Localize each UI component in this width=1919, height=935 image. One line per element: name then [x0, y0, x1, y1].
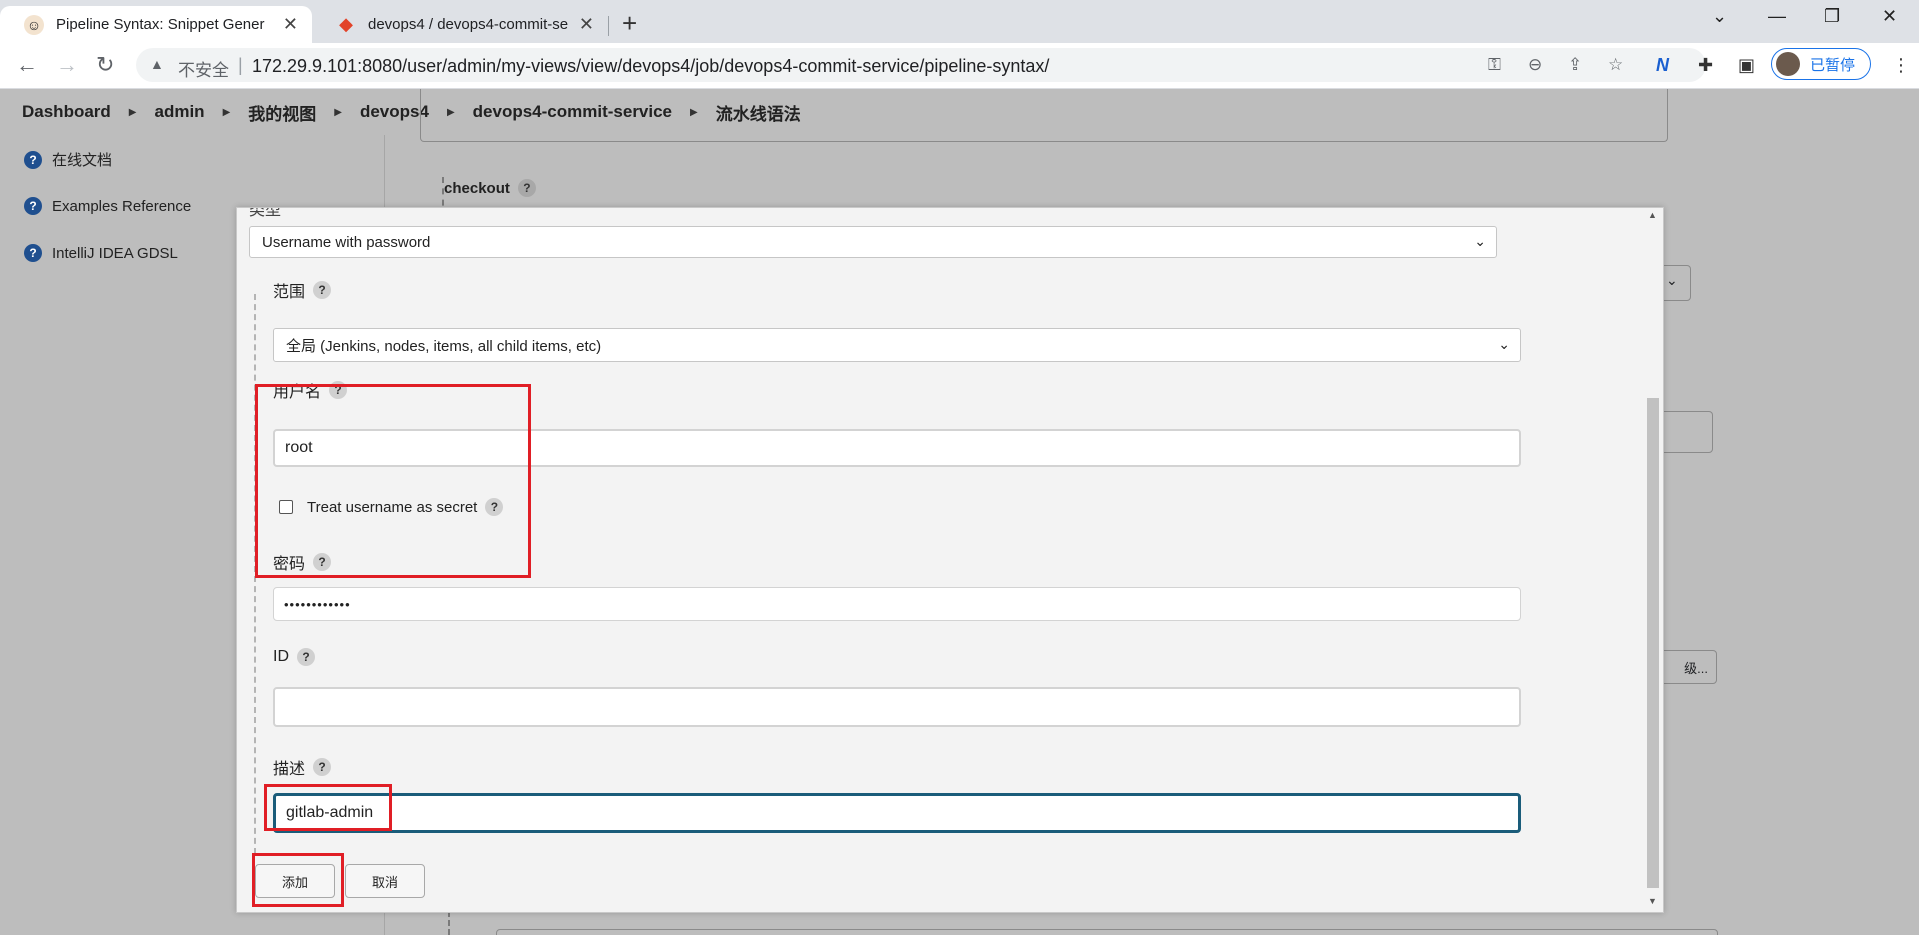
help-circle-icon: ?	[24, 150, 42, 169]
scope-label-text: 范围	[273, 284, 306, 301]
highlight-add-button	[252, 853, 344, 907]
background-panel	[420, 89, 1668, 142]
id-input[interactable]	[273, 687, 1521, 727]
breadcrumb-arrow-icon: ▶	[128, 106, 137, 118]
background-input	[1660, 411, 1713, 453]
tab-divider	[608, 16, 609, 36]
tab-gitlab[interactable]: ◆ devops4 / devops4-commit-se ✕	[312, 6, 608, 43]
breadcrumb-arrow-icon: ▶	[334, 106, 342, 118]
new-tab-button[interactable]: +	[622, 8, 637, 39]
sidebar-item-label: 在线文档	[52, 152, 113, 169]
bookmark-star-icon[interactable]: ☆	[1608, 55, 1623, 75]
kind-value: Username with password	[262, 233, 431, 251]
kind-label: 类型	[249, 207, 282, 219]
breadcrumb-arrow-icon: ▶	[222, 106, 231, 118]
extensions-puzzle-icon[interactable]: ✚	[1698, 55, 1713, 76]
avatar	[1776, 52, 1800, 76]
breadcrumb-devops4[interactable]: devops4	[360, 102, 429, 122]
tab-title: Pipeline Syntax: Snippet Gener	[56, 16, 265, 33]
checkout-text: checkout	[444, 179, 510, 197]
description-label: 描述 ?	[273, 755, 332, 779]
help-circle-icon: ?	[24, 197, 42, 215]
tab-search-icon[interactable]: ⌄	[1712, 6, 1727, 27]
back-icon[interactable]: ←	[16, 52, 38, 78]
close-tab-icon[interactable]: ✕	[579, 14, 594, 35]
description-input[interactable]: gitlab-admin	[273, 793, 1521, 833]
insecure-label[interactable]: 不安全	[178, 56, 229, 81]
warning-icon[interactable]: ▲	[150, 56, 164, 72]
minimize-button[interactable]: —	[1768, 6, 1786, 27]
chevron-down-icon: ⌄	[1474, 233, 1486, 249]
menu-icon[interactable]: ⋮	[1892, 55, 1910, 76]
sidebar-item-intellij-gdsl[interactable]: ? IntelliJ IDEA GDSL	[24, 244, 178, 262]
restore-button[interactable]: ❐	[1824, 6, 1840, 27]
scope-value: 全局 (Jenkins, nodes, items, all child ite…	[286, 337, 602, 355]
kind-select[interactable]: Username with password ⌄	[249, 226, 1497, 258]
key-icon[interactable]: ⚿	[1488, 55, 1501, 75]
breadcrumb-admin[interactable]: admin	[155, 102, 205, 122]
close-tab-icon[interactable]: ✕	[283, 14, 298, 35]
forward-icon[interactable]: →	[56, 52, 78, 78]
chevron-down-icon: ⌄	[1498, 336, 1510, 352]
chevron-down-icon: ⌄	[1666, 272, 1678, 288]
section-guide	[448, 911, 450, 935]
breadcrumb-my-views[interactable]: 我的视图	[248, 100, 316, 125]
extension-n-icon[interactable]: N	[1656, 55, 1669, 76]
description-label-text: 描述	[273, 761, 306, 778]
id-label: ID ?	[273, 648, 315, 666]
scroll-down-icon[interactable]: ▼	[1648, 896, 1657, 906]
highlight-description	[264, 784, 392, 831]
share-icon[interactable]: ⇪	[1568, 55, 1582, 75]
tab-pipeline-syntax[interactable]: ☺ Pipeline Syntax: Snippet Gener ✕	[0, 6, 312, 43]
close-window-button[interactable]: ✕	[1882, 6, 1897, 27]
scroll-up-icon[interactable]: ▲	[1648, 210, 1657, 220]
sidebar-item-online-docs[interactable]: ? 在线文档	[24, 149, 112, 170]
sidebar-item-label: IntelliJ IDEA GDSL	[52, 244, 178, 262]
sidebar-item-examples-reference[interactable]: ? Examples Reference	[24, 197, 191, 215]
url-text[interactable]: 172.29.9.101:8080/user/admin/my-views/vi…	[252, 56, 1049, 77]
help-icon[interactable]: ?	[313, 281, 332, 299]
browser-toolbar: ← → ↻ ▲ 不安全 | 172.29.9.101:8080/user/adm…	[0, 43, 1919, 89]
background-select: ⌄	[1660, 265, 1691, 301]
advanced-button: 级...	[1660, 650, 1717, 684]
sidebar-item-label: Examples Reference	[52, 197, 192, 215]
dialog-scroll-thumb[interactable]	[1647, 398, 1659, 888]
background-field	[496, 929, 1718, 935]
help-icon[interactable]: ?	[517, 179, 536, 197]
profile-button[interactable]: 已暂停	[1771, 48, 1871, 80]
id-label-text: ID	[273, 648, 289, 665]
profile-label: 已暂停	[1810, 56, 1856, 74]
help-circle-icon: ?	[24, 244, 42, 262]
jenkins-icon: ☺	[24, 14, 44, 35]
password-input[interactable]: ••••••••••••	[273, 587, 1521, 621]
zoom-icon[interactable]: ⊖	[1528, 55, 1542, 75]
highlight-username-password	[255, 384, 531, 578]
scope-select[interactable]: 全局 (Jenkins, nodes, items, all child ite…	[273, 328, 1521, 362]
advanced-button-label: 级...	[1684, 660, 1708, 676]
address-bar[interactable]: ▲ 不安全 | 172.29.9.101:8080/user/admin/my-…	[136, 48, 1706, 82]
help-icon[interactable]: ?	[313, 758, 332, 776]
reload-icon[interactable]: ↻	[96, 52, 114, 78]
help-icon[interactable]: ?	[297, 648, 315, 666]
tab-title: devops4 / devops4-commit-se	[368, 16, 569, 33]
side-panel-icon[interactable]: ▣	[1738, 55, 1755, 76]
tab-strip: ☺ Pipeline Syntax: Snippet Gener ✕ ◆ dev…	[0, 0, 1919, 43]
add-credentials-dialog: 类型 Username with password ⌄ 范围 ? 全局 (Jen…	[236, 207, 1664, 913]
breadcrumb-dashboard[interactable]: Dashboard	[22, 102, 111, 122]
password-value: ••••••••••••	[284, 596, 351, 612]
cancel-button-label: 取消	[371, 874, 398, 890]
cancel-button[interactable]: 取消	[345, 864, 425, 898]
gitlab-icon: ◆	[339, 14, 353, 34]
checkout-label: checkout ?	[444, 179, 536, 197]
scope-label: 范围 ?	[273, 278, 332, 302]
omnibox-divider: |	[238, 55, 243, 75]
